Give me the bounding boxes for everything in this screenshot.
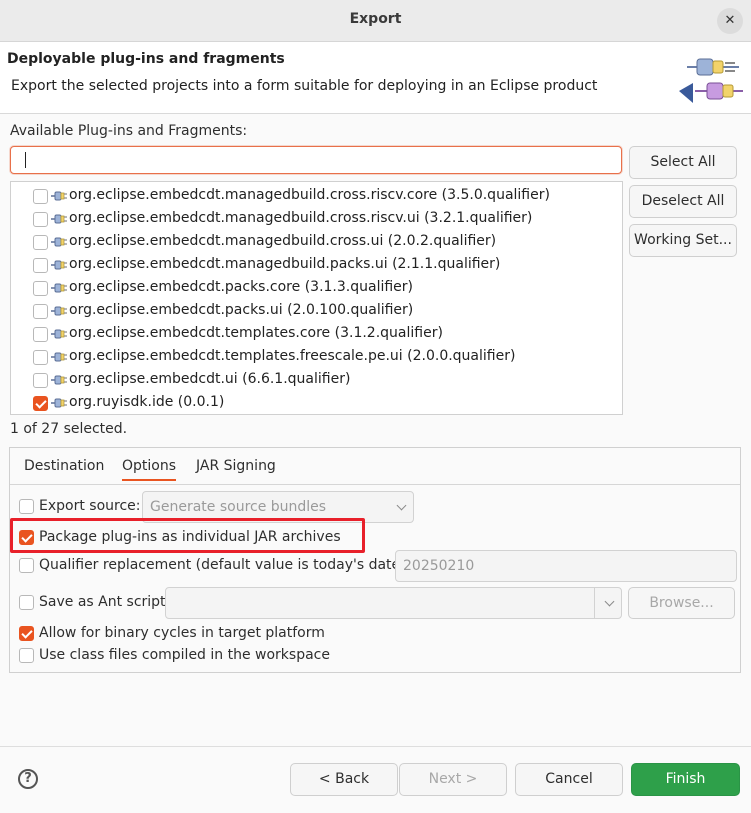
tab-options[interactable]: Options xyxy=(122,458,177,481)
list-item-checkbox[interactable] xyxy=(33,373,48,388)
qualifier-checkbox[interactable] xyxy=(19,558,34,573)
plugin-icon xyxy=(51,306,67,316)
list-item[interactable]: org.eclipse.embedcdt.ui (6.6.1.qualifier… xyxy=(11,369,621,392)
next-button[interactable]: Next > xyxy=(399,763,507,796)
export-source-select-value: Generate source bundles xyxy=(150,499,327,515)
qualifier-label: Qualifier replacement (default value is … xyxy=(39,557,411,573)
binary-cycles-label: Allow for binary cycles in target platfo… xyxy=(39,625,325,641)
text-caret xyxy=(25,152,26,168)
plugin-icon xyxy=(51,283,67,293)
plugin-icon xyxy=(51,329,67,339)
list-item[interactable]: org.ruyisdk.ide (0.0.1) xyxy=(11,392,621,414)
window-title: Export xyxy=(349,11,402,27)
combo-divider xyxy=(594,588,595,618)
list-item[interactable]: org.eclipse.embedcdt.managedbuild.cross.… xyxy=(11,231,621,254)
footer-divider xyxy=(0,746,751,747)
deselect-all-button[interactable]: Deselect All xyxy=(629,185,737,218)
close-icon[interactable]: ✕ xyxy=(717,8,743,34)
ant-script-checkbox[interactable] xyxy=(19,595,34,610)
export-source-checkbox[interactable] xyxy=(19,499,34,514)
list-item-checkbox[interactable] xyxy=(33,235,48,250)
list-item-label: org.eclipse.embedcdt.packs.core (3.1.3.q… xyxy=(69,279,413,295)
list-item-checkbox[interactable] xyxy=(33,258,48,273)
select-all-button[interactable]: Select All xyxy=(629,146,737,179)
filter-input[interactable] xyxy=(10,146,622,174)
plugin-list[interactable]: org.eclipse.embedcdt.managedbuild.cross.… xyxy=(10,181,623,415)
list-item[interactable]: org.eclipse.embedcdt.packs.ui (2.0.100.q… xyxy=(11,300,621,323)
list-item-label: org.ruyisdk.ide (0.0.1) xyxy=(69,394,225,410)
tab-jar-signing[interactable]: JAR Signing xyxy=(196,458,276,474)
plugin-icon xyxy=(51,352,67,362)
title-bar: Export ✕ xyxy=(0,0,751,42)
class-files-checkbox[interactable] xyxy=(19,648,34,663)
list-item-checkbox[interactable] xyxy=(33,281,48,296)
list-item-label: org.eclipse.embedcdt.managedbuild.packs.… xyxy=(69,256,501,272)
page-description: Export the selected projects into a form… xyxy=(11,78,598,94)
ant-script-combo[interactable] xyxy=(165,587,622,619)
available-label: Available Plug-ins and Fragments: xyxy=(10,123,248,139)
wizard-header: Deployable plug-ins and fragments Export… xyxy=(0,42,751,114)
plugin-export-banner-icon xyxy=(679,58,743,103)
tab-destination[interactable]: Destination xyxy=(24,458,104,474)
back-button[interactable]: < Back xyxy=(290,763,398,796)
tab-divider xyxy=(10,484,740,485)
browse-button[interactable]: Browse... xyxy=(628,587,735,619)
help-icon[interactable]: ? xyxy=(18,769,38,789)
list-item-label: org.eclipse.embedcdt.templates.freescale… xyxy=(69,348,516,364)
list-item-label: org.eclipse.embedcdt.templates.core (3.1… xyxy=(69,325,443,341)
list-item[interactable]: org.eclipse.embedcdt.templates.core (3.1… xyxy=(11,323,621,346)
plugin-icon xyxy=(51,237,67,247)
list-item[interactable]: org.eclipse.embedcdt.templates.freescale… xyxy=(11,346,621,369)
chevron-down-icon xyxy=(396,500,407,511)
qualifier-value: 20250210 xyxy=(403,558,475,574)
list-item[interactable]: org.eclipse.embedcdt.managedbuild.packs.… xyxy=(11,254,621,277)
class-files-label: Use class files compiled in the workspac… xyxy=(39,647,330,663)
export-source-label: Export source: xyxy=(39,498,141,514)
list-item[interactable]: org.eclipse.embedcdt.managedbuild.cross.… xyxy=(11,208,621,231)
page-title: Deployable plug-ins and fragments xyxy=(7,51,285,67)
binary-cycles-checkbox[interactable] xyxy=(19,626,34,641)
plugin-icon xyxy=(51,260,67,270)
list-item-label: org.eclipse.embedcdt.managedbuild.cross.… xyxy=(69,210,533,226)
list-item-checkbox[interactable] xyxy=(33,396,48,411)
list-item-label: org.eclipse.embedcdt.packs.ui (2.0.100.q… xyxy=(69,302,414,318)
finish-button[interactable]: Finish xyxy=(631,763,740,796)
list-item-checkbox[interactable] xyxy=(33,212,48,227)
highlight-box xyxy=(10,518,365,553)
list-item-checkbox[interactable] xyxy=(33,350,48,365)
chevron-down-icon xyxy=(604,596,615,607)
plugin-icon xyxy=(51,214,67,224)
plugin-icon xyxy=(51,191,67,201)
list-item-label: org.eclipse.embedcdt.managedbuild.cross.… xyxy=(69,233,497,249)
selection-status: 1 of 27 selected. xyxy=(10,421,128,437)
cancel-button[interactable]: Cancel xyxy=(515,763,623,796)
list-item-checkbox[interactable] xyxy=(33,189,48,204)
plugin-icon xyxy=(51,398,67,408)
ant-script-label: Save as Ant script: xyxy=(39,594,171,610)
working-set-button[interactable]: Working Set... xyxy=(629,224,737,257)
qualifier-field[interactable]: 20250210 xyxy=(395,550,737,582)
list-item-checkbox[interactable] xyxy=(33,327,48,342)
list-item[interactable]: org.eclipse.embedcdt.packs.core (3.1.3.q… xyxy=(11,277,621,300)
list-item[interactable]: org.eclipse.embedcdt.managedbuild.cross.… xyxy=(11,185,621,208)
list-item-label: org.eclipse.embedcdt.managedbuild.cross.… xyxy=(69,187,550,203)
list-item-checkbox[interactable] xyxy=(33,304,48,319)
list-item-label: org.eclipse.embedcdt.ui (6.6.1.qualifier… xyxy=(69,371,351,387)
plugin-icon xyxy=(51,375,67,385)
